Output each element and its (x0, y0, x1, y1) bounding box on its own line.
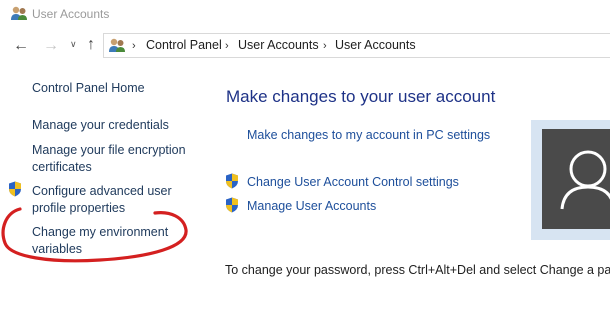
breadcrumb-user-accounts-current[interactable]: User Accounts (335, 38, 416, 52)
manage-credentials-link[interactable]: Manage your credentials (32, 117, 169, 134)
control-panel-home-link[interactable]: Control Panel Home (32, 80, 145, 97)
shield-icon (226, 197, 238, 213)
uac-settings-link[interactable]: Change User Account Control settings (247, 175, 459, 189)
file-encryption-link[interactable]: Manage your file encryption certificates (32, 142, 202, 175)
chevron-right-icon[interactable]: › (225, 40, 229, 52)
recent-locations-dropdown[interactable]: ∨ (70, 39, 77, 50)
shield-icon (9, 181, 21, 197)
pc-settings-link[interactable]: Make changes to my account in PC setting… (247, 128, 490, 142)
breadcrumb-control-panel[interactable]: Control Panel (146, 38, 222, 52)
chevron-right-icon[interactable]: › (323, 40, 327, 52)
user-accounts-icon (109, 38, 125, 52)
avatar[interactable] (542, 129, 610, 229)
window-title: User Accounts (32, 7, 110, 21)
red-circle-annotation (1, 207, 188, 263)
password-hint-text: To change your password, press Ctrl+Alt+… (225, 263, 610, 277)
user-silhouette-icon (560, 150, 610, 210)
manage-user-accounts-link[interactable]: Manage User Accounts (247, 199, 376, 213)
breadcrumb-user-accounts[interactable]: User Accounts (238, 38, 319, 52)
up-button[interactable]: ↑ (87, 37, 95, 53)
shield-icon (226, 173, 238, 189)
forward-button[interactable]: → (43, 38, 59, 54)
back-button[interactable]: ← (13, 38, 29, 54)
chevron-right-icon[interactable]: › (132, 40, 136, 52)
page-title: Make changes to your user account (226, 87, 496, 106)
user-accounts-icon (11, 6, 27, 20)
